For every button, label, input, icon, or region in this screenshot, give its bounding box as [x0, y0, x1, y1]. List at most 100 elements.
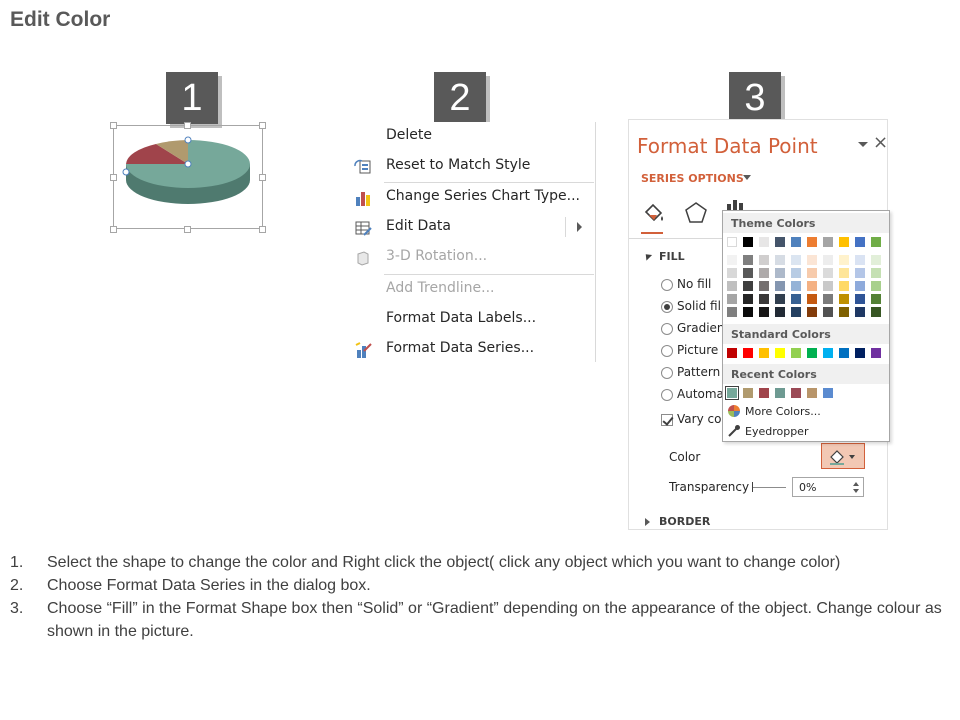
color-swatch[interactable]: [743, 388, 753, 398]
more-colors-link[interactable]: More Colors...: [745, 405, 821, 418]
menu-item-format-data-series[interactable]: Format Data Series...: [346, 335, 594, 365]
spin-down-icon[interactable]: [853, 489, 859, 493]
color-swatch[interactable]: [855, 307, 865, 317]
color-swatch[interactable]: [807, 294, 817, 304]
color-swatch[interactable]: [871, 307, 881, 317]
transparency-slider[interactable]: [752, 487, 786, 488]
resize-handle[interactable]: [259, 174, 266, 181]
color-swatch[interactable]: [759, 281, 769, 291]
menu-item-change-chart-type[interactable]: Change Series Chart Type...: [346, 183, 594, 213]
color-swatch[interactable]: [839, 307, 849, 317]
point-handle[interactable]: [184, 160, 192, 168]
color-swatch[interactable]: [775, 307, 785, 317]
transparency-input[interactable]: 0%: [792, 477, 864, 497]
color-swatch[interactable]: [871, 294, 881, 304]
color-swatch[interactable]: [839, 348, 849, 358]
color-swatch[interactable]: [775, 237, 785, 247]
radio-button[interactable]: [661, 367, 673, 379]
color-swatch[interactable]: [871, 281, 881, 291]
menu-item-format-data-labels[interactable]: Format Data Labels...: [346, 305, 594, 335]
menu-item-reset-style[interactable]: Reset to Match Style: [346, 152, 594, 182]
color-swatch[interactable]: [727, 307, 737, 317]
color-swatch[interactable]: [743, 281, 753, 291]
effects-tab-icon[interactable]: [683, 200, 709, 226]
color-swatch[interactable]: [743, 294, 753, 304]
color-swatch[interactable]: [727, 268, 737, 278]
color-swatch[interactable]: [855, 255, 865, 265]
color-swatch[interactable]: [839, 255, 849, 265]
close-icon[interactable]: ×: [873, 132, 888, 153]
color-swatch[interactable]: [727, 294, 737, 304]
color-swatch[interactable]: [871, 255, 881, 265]
resize-handle[interactable]: [184, 226, 191, 233]
color-swatch[interactable]: [727, 348, 737, 358]
color-swatch[interactable]: [775, 281, 785, 291]
color-swatch[interactable]: [871, 237, 881, 247]
point-handle[interactable]: [184, 136, 192, 144]
color-swatch[interactable]: [743, 255, 753, 265]
color-swatch[interactable]: [807, 388, 817, 398]
menu-item-delete[interactable]: Delete: [346, 122, 594, 152]
color-swatch[interactable]: [823, 237, 833, 247]
color-swatch[interactable]: [791, 281, 801, 291]
color-swatch[interactable]: [807, 281, 817, 291]
color-swatch[interactable]: [791, 388, 801, 398]
color-swatch[interactable]: [807, 255, 817, 265]
color-swatch[interactable]: [855, 348, 865, 358]
color-swatch[interactable]: [743, 237, 753, 247]
point-handle[interactable]: [122, 168, 130, 176]
border-section-header[interactable]: BORDER: [659, 515, 710, 528]
color-swatch[interactable]: [839, 294, 849, 304]
expand-icon[interactable]: [645, 518, 650, 526]
radio-button[interactable]: [661, 301, 673, 313]
radio-button[interactable]: [661, 389, 673, 401]
resize-handle[interactable]: [110, 122, 117, 129]
resize-handle[interactable]: [184, 122, 191, 129]
color-swatch[interactable]: [823, 255, 833, 265]
pane-options-dropdown-icon[interactable]: [858, 142, 868, 147]
eyedropper-button[interactable]: Eyedropper: [745, 425, 808, 438]
color-swatch[interactable]: [855, 294, 865, 304]
color-swatch[interactable]: [855, 268, 865, 278]
color-swatch[interactable]: [791, 255, 801, 265]
color-swatch[interactable]: [823, 307, 833, 317]
color-swatch[interactable]: [775, 294, 785, 304]
fill-line-tab-icon[interactable]: [641, 200, 667, 226]
collapse-icon[interactable]: [642, 251, 653, 261]
fill-section-header[interactable]: FILL: [659, 250, 685, 263]
color-swatch[interactable]: [823, 388, 833, 398]
resize-handle[interactable]: [110, 226, 117, 233]
color-swatch[interactable]: [807, 237, 817, 247]
color-swatch[interactable]: [759, 255, 769, 265]
slider-thumb[interactable]: [752, 482, 753, 492]
color-swatch[interactable]: [759, 294, 769, 304]
resize-handle[interactable]: [259, 122, 266, 129]
color-swatch[interactable]: [743, 348, 753, 358]
vary-colors-checkbox[interactable]: [661, 414, 673, 426]
radio-button[interactable]: [661, 345, 673, 357]
color-swatch[interactable]: [759, 348, 769, 358]
color-swatch[interactable]: [727, 255, 737, 265]
fill-color-button[interactable]: [821, 443, 865, 469]
resize-handle[interactable]: [110, 174, 117, 181]
color-swatch[interactable]: [759, 237, 769, 247]
color-swatch[interactable]: [759, 307, 769, 317]
color-swatch[interactable]: [791, 307, 801, 317]
color-swatch[interactable]: [823, 348, 833, 358]
color-swatch[interactable]: [775, 268, 785, 278]
color-swatch[interactable]: [823, 281, 833, 291]
color-swatch[interactable]: [839, 237, 849, 247]
color-swatch[interactable]: [791, 294, 801, 304]
chevron-down-icon[interactable]: [743, 175, 751, 180]
color-swatch[interactable]: [727, 237, 737, 247]
color-swatch[interactable]: [759, 388, 769, 398]
color-swatch[interactable]: [807, 268, 817, 278]
color-swatch[interactable]: [791, 268, 801, 278]
color-swatch[interactable]: [839, 268, 849, 278]
color-swatch[interactable]: [823, 268, 833, 278]
color-swatch[interactable]: [791, 348, 801, 358]
color-swatch[interactable]: [871, 268, 881, 278]
color-swatch[interactable]: [775, 255, 785, 265]
color-swatch[interactable]: [791, 237, 801, 247]
color-swatch[interactable]: [807, 307, 817, 317]
